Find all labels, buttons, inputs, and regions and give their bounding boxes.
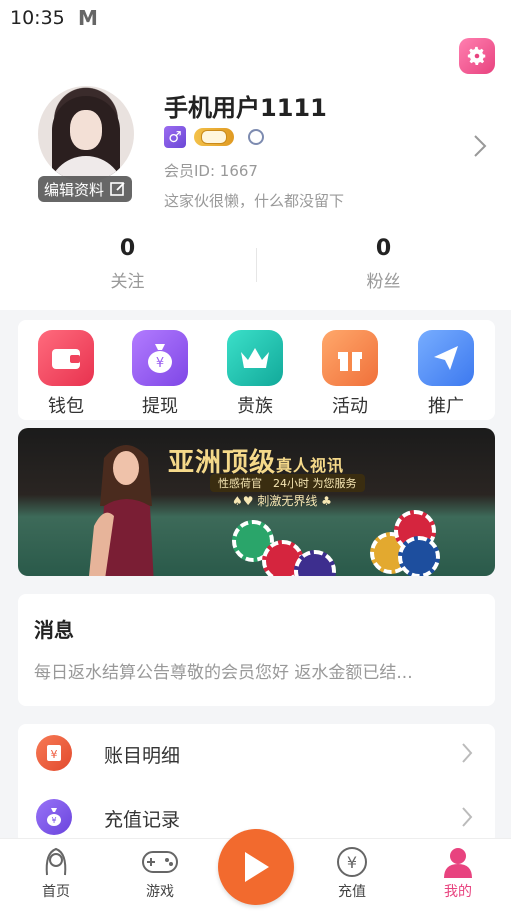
chevron-right-icon	[462, 807, 473, 827]
quick-actions: 钱包 ¥ 提现 贵族 活动 推广	[18, 320, 495, 420]
message-preview: 每日返水结算公告尊敬的会员您好 返水金额已结...	[34, 663, 413, 683]
casino-chip-icon	[398, 536, 440, 576]
money-bag-icon: ¥	[132, 330, 188, 386]
tab-games[interactable]: 游戏	[120, 845, 200, 901]
quick-action-label: 推广	[428, 396, 464, 417]
fans-count: 0	[375, 236, 392, 261]
follow-stats: 0 关注 0 粉丝	[0, 236, 511, 306]
yuan-coin-icon: ¥	[312, 845, 392, 879]
promo-banner[interactable]: 亚洲顶级真人视讯 性感荷官 24小时 为您服务 ♠♥ 刺激无界线 ♣	[18, 428, 495, 576]
level-badge-icon	[194, 128, 234, 146]
tab-recharge[interactable]: ¥ 充值	[312, 845, 392, 901]
fans-label: 粉丝	[366, 272, 401, 292]
fans-stat[interactable]: 0 粉丝	[256, 236, 511, 292]
tab-home[interactable]: 首页	[16, 845, 96, 901]
following-stat[interactable]: 0 关注	[0, 236, 255, 292]
chevron-right-icon[interactable]	[473, 134, 487, 158]
quick-action-label: 提现	[142, 396, 178, 417]
quick-action-events[interactable]: 活动	[320, 330, 380, 418]
profile-card: 编辑资料 手机用户1111 ♂ 会员ID: 1667 这家伙很懒，什么都没留下 …	[0, 36, 511, 310]
tab-label: 游戏	[146, 884, 174, 900]
gear-icon	[467, 46, 486, 65]
banner-tagline: ♠♥ 刺激无界线 ♣	[232, 494, 332, 508]
messages-title: 消息	[34, 618, 74, 642]
avatar[interactable]	[38, 86, 134, 182]
svg-text:¥: ¥	[347, 853, 357, 872]
status-bar: 10:35 M	[0, 0, 511, 36]
tab-mine[interactable]: 我的	[418, 845, 498, 901]
user-badges: ♂	[164, 126, 264, 148]
male-badge-icon: ♂	[164, 126, 186, 148]
status-time: 10:35	[10, 7, 65, 29]
tab-label: 我的	[444, 884, 472, 900]
gmail-icon: M	[78, 6, 98, 30]
edit-profile-label: 编辑资料	[44, 180, 105, 199]
home-girl-icon	[16, 845, 96, 879]
messages-card[interactable]: 消息 每日返水结算公告尊敬的会员您好 返水金额已结...	[18, 594, 495, 706]
following-count: 0	[119, 236, 136, 261]
signature: 这家伙很懒，什么都没留下	[164, 192, 345, 210]
svg-text:¥: ¥	[51, 816, 56, 825]
quick-action-label: 贵族	[237, 396, 273, 417]
quick-action-promote[interactable]: 推广	[416, 330, 476, 418]
menu-list: ¥ 账目明细 ¥ 充值记录	[18, 724, 495, 844]
quick-action-withdraw[interactable]: ¥ 提现	[130, 330, 190, 418]
play-icon	[245, 852, 269, 882]
quick-action-noble[interactable]: 贵族	[225, 330, 285, 418]
medal-icon	[248, 129, 264, 145]
chevron-right-icon	[462, 743, 473, 763]
person-icon	[418, 845, 498, 879]
quick-action-label: 钱包	[48, 396, 84, 417]
receipt-icon: ¥	[36, 735, 72, 771]
wallet-icon	[38, 330, 94, 386]
crown-icon	[227, 330, 283, 386]
paper-plane-icon	[418, 330, 474, 386]
quick-action-label: 活动	[332, 396, 368, 417]
gamepad-icon	[120, 845, 200, 879]
menu-item-label: 账目明细	[104, 745, 181, 767]
settings-button[interactable]	[459, 38, 495, 74]
money-bag-icon: ¥	[36, 799, 72, 835]
svg-text:¥: ¥	[51, 748, 58, 761]
banner-subtitle: 性感荷官 24小时 为您服务	[210, 474, 365, 492]
username: 手机用户1111	[164, 94, 327, 122]
tab-label: 充值	[338, 884, 366, 900]
bottom-tab-bar: 首页 游戏 ¥ 充值 我的	[0, 829, 511, 912]
quick-action-wallet[interactable]: 钱包	[36, 330, 96, 418]
edit-icon	[110, 182, 125, 196]
following-label: 关注	[110, 272, 145, 292]
edit-profile-button[interactable]: 编辑资料	[38, 176, 133, 202]
svg-text:¥: ¥	[156, 356, 164, 371]
menu-item-label: 充值记录	[104, 809, 181, 831]
banner-model-image	[89, 445, 154, 576]
play-button[interactable]	[218, 829, 294, 905]
member-id: 会员ID: 1667	[164, 162, 258, 180]
menu-item-account-details[interactable]: ¥ 账目明细	[18, 724, 495, 784]
tab-label: 首页	[42, 884, 70, 900]
gift-icon	[322, 330, 378, 386]
